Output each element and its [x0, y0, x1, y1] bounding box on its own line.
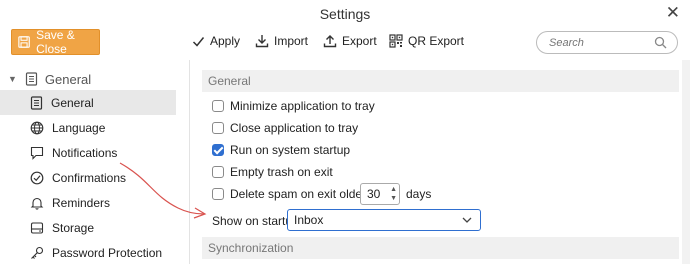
- save-close-label: Save & Close: [36, 28, 75, 56]
- sidebar-item-label: Password Protection: [52, 245, 163, 260]
- select-value: Inbox: [294, 213, 324, 227]
- option-close-to-tray[interactable]: Close application to tray: [212, 118, 358, 138]
- save-close-button[interactable]: Save & Close: [11, 28, 100, 56]
- checkbox[interactable]: [212, 100, 224, 112]
- settings-content: General Minimize application to tray Clo…: [191, 60, 690, 264]
- export-label: Export: [342, 34, 377, 48]
- apply-label: Apply: [210, 34, 241, 48]
- import-button[interactable]: Import: [255, 34, 308, 48]
- sidebar-group-label: General: [44, 71, 92, 87]
- globe-icon: [30, 121, 44, 134]
- scrollbar[interactable]: [682, 60, 690, 264]
- option-minimize-to-tray[interactable]: Minimize application to tray: [212, 96, 375, 116]
- spam-days-stepper[interactable]: 30 ▲ ▼: [360, 183, 400, 205]
- checkbox[interactable]: [212, 122, 224, 134]
- sidebar: ▼ General General Language Notifications: [0, 60, 190, 264]
- speech-bubble-icon: [30, 146, 44, 160]
- sidebar-item-label: Language: [52, 120, 106, 135]
- apply-button[interactable]: Apply: [192, 34, 240, 48]
- qr-code-icon: [389, 34, 403, 48]
- sidebar-item-label: Notifications: [52, 145, 118, 160]
- option-empty-trash[interactable]: Empty trash on exit: [212, 162, 333, 182]
- storage-icon: [30, 221, 44, 234]
- sidebar-item-general[interactable]: General: [0, 90, 176, 115]
- sidebar-item-confirmations[interactable]: Confirmations: [0, 165, 176, 190]
- sidebar-item-storage[interactable]: Storage: [0, 215, 176, 240]
- key-icon: [31, 246, 44, 259]
- show-on-startup-select[interactable]: Inbox: [287, 209, 481, 231]
- toolbar: Save & Close Apply Import Export QR Expo…: [0, 27, 690, 60]
- export-button[interactable]: Export: [323, 34, 377, 48]
- bell-icon: [30, 197, 44, 210]
- upload-icon: [323, 35, 337, 48]
- option-label: Empty trash on exit: [230, 165, 333, 179]
- sidebar-item-reminders[interactable]: Reminders: [0, 190, 176, 215]
- section-header-synchronization: Synchronization: [202, 237, 679, 259]
- chevron-down-icon: [462, 217, 472, 223]
- sidebar-item-label: Storage: [52, 220, 95, 235]
- check-circle-icon: [30, 171, 44, 184]
- qr-export-button[interactable]: QR Export: [389, 34, 464, 48]
- stepper-arrows[interactable]: ▲ ▼: [390, 185, 397, 203]
- save-icon: [18, 36, 30, 48]
- checkbox-checked[interactable]: [212, 144, 224, 156]
- checkmark-icon: [192, 36, 205, 47]
- chevron-down-icon[interactable]: ▼: [390, 194, 397, 203]
- sidebar-item-language[interactable]: Language: [0, 115, 176, 140]
- option-run-on-startup[interactable]: Run on system startup: [212, 140, 350, 160]
- qr-export-label: QR Export: [408, 34, 465, 48]
- section-header-general: General: [202, 70, 679, 92]
- document-icon: [25, 72, 38, 86]
- download-icon: [255, 35, 269, 48]
- import-label: Import: [274, 34, 309, 48]
- chevron-up-icon[interactable]: ▲: [390, 185, 397, 194]
- title-bar: Settings ✕: [0, 0, 690, 27]
- days-label: days: [406, 187, 432, 201]
- checkbox[interactable]: [212, 166, 224, 178]
- search-icon[interactable]: [654, 36, 667, 49]
- close-icon[interactable]: ✕: [666, 3, 680, 23]
- sidebar-item-label: Confirmations: [52, 170, 127, 185]
- chevron-down-icon[interactable]: ▼: [8, 74, 17, 84]
- window-title: Settings: [319, 6, 371, 22]
- option-label: Run on system startup: [230, 143, 351, 157]
- document-icon: [30, 95, 43, 110]
- checkbox[interactable]: [212, 188, 224, 200]
- search-box[interactable]: [536, 31, 678, 54]
- option-label: Close application to tray: [230, 121, 359, 135]
- sidebar-item-notifications[interactable]: Notifications: [0, 140, 176, 165]
- sidebar-item-label: Reminders: [52, 195, 111, 210]
- sidebar-group-general[interactable]: ▼ General: [0, 68, 190, 90]
- search-input[interactable]: [549, 35, 649, 51]
- sidebar-item-password-protection[interactable]: Password Protection: [0, 240, 176, 264]
- spam-days-value: 30: [367, 187, 381, 201]
- sidebar-item-label: General: [51, 95, 94, 110]
- option-label: Minimize application to tray: [230, 99, 375, 113]
